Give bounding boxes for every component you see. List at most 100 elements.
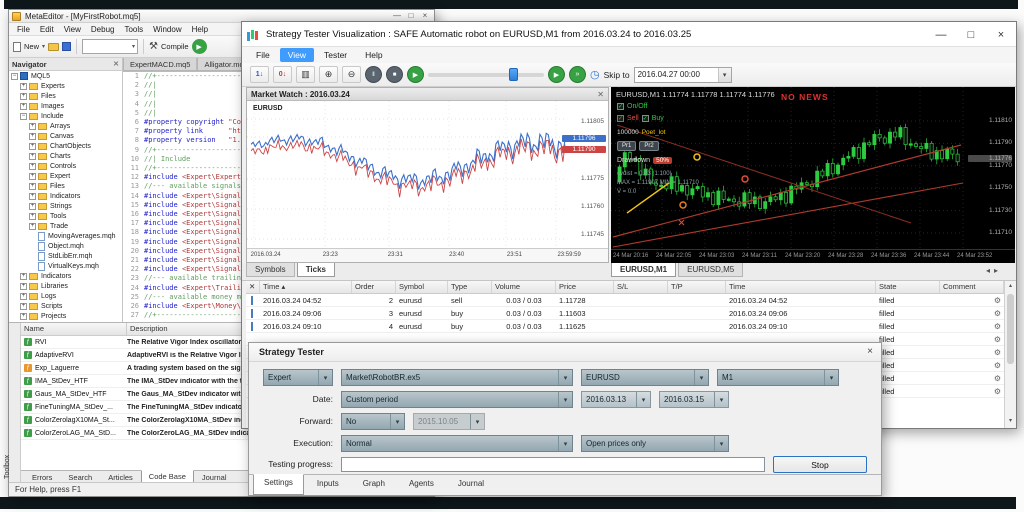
tree-item-trade[interactable]: +Trade xyxy=(9,221,122,231)
step-zero-icon[interactable]: 0↓ xyxy=(273,66,292,83)
expander-icon[interactable]: + xyxy=(29,203,36,210)
expander-icon[interactable]: + xyxy=(20,283,27,290)
gear-icon[interactable]: ⚙ xyxy=(940,335,1004,344)
tree-item-experts[interactable]: +Experts xyxy=(9,81,122,91)
menu-item-help[interactable]: Help xyxy=(187,24,213,35)
expander-icon[interactable]: + xyxy=(29,143,36,150)
toolbox-vertical-tab[interactable]: Toolbox xyxy=(4,455,11,479)
modeling-combo[interactable]: Open prices only▾ xyxy=(581,435,729,452)
market-watch-header[interactable]: Market Watch : 2016.03.24 ✕ xyxy=(247,88,608,101)
menu-item-view[interactable]: View xyxy=(59,24,86,35)
step-one-tick-icon[interactable]: 1↓ xyxy=(250,66,269,83)
column-state[interactable]: State xyxy=(876,281,940,293)
chevron-down-icon[interactable]: ▾ xyxy=(390,414,404,429)
tree-item-strings[interactable]: +Strings xyxy=(9,201,122,211)
tree-item-object-mqh[interactable]: Object.mqh xyxy=(9,241,122,251)
new-button[interactable]: New xyxy=(24,42,39,51)
market-watch-tab-ticks[interactable]: Ticks xyxy=(297,263,335,277)
column-time[interactable]: Time ▴ xyxy=(260,281,352,293)
tree-item-include[interactable]: −Include xyxy=(9,111,122,121)
tree-item-indicators[interactable]: +Indicators xyxy=(9,271,122,281)
menu-item-tester[interactable]: Tester xyxy=(316,48,355,62)
pr2-button[interactable]: Pr2 xyxy=(639,141,658,151)
expander-icon[interactable]: + xyxy=(29,173,36,180)
dialog-tab-journal[interactable]: Journal xyxy=(447,475,495,495)
execution-mode-combo[interactable]: Normal▾ xyxy=(341,435,573,452)
column-price[interactable]: Price xyxy=(556,281,614,293)
period-combo[interactable]: M1▾ xyxy=(717,369,839,386)
date-from-field[interactable]: 2016.03.13▾ xyxy=(581,391,651,408)
expander-icon[interactable]: + xyxy=(29,223,36,230)
table-row[interactable]: 2016.03.24 04:522eurusdsell0.03 / 0.031.… xyxy=(246,294,1004,307)
navigator-close-icon[interactable]: ✕ xyxy=(113,60,119,68)
chevron-down-icon[interactable]: ▾ xyxy=(318,370,332,385)
gear-icon[interactable]: ⚙ xyxy=(940,387,1004,396)
tree-item-movingaverages-mqh[interactable]: MovingAverages.mqh xyxy=(9,231,122,241)
dialog-tab-inputs[interactable]: Inputs xyxy=(306,475,350,495)
column-comment[interactable]: Comment xyxy=(940,281,1004,293)
market-watch-close-icon[interactable]: ✕ xyxy=(597,90,604,99)
tester-viz-titlebar[interactable]: Strategy Tester Visualization : SAFE Aut… xyxy=(242,22,1016,47)
dialog-tab-graph[interactable]: Graph xyxy=(352,475,396,495)
dialog-close-icon[interactable]: × xyxy=(867,346,873,357)
profile-combo[interactable]: ▾ xyxy=(82,39,138,54)
expander-icon[interactable]: + xyxy=(29,133,36,140)
pause-icon[interactable]: ‖ xyxy=(365,66,382,83)
gear-icon[interactable]: ⚙ xyxy=(940,322,1004,331)
play-icon[interactable]: ▶ xyxy=(407,66,424,83)
column-s-l[interactable]: S/L xyxy=(614,281,668,293)
tree-item-libraries[interactable]: +Libraries xyxy=(9,281,122,291)
column-type[interactable]: Type xyxy=(448,281,492,293)
menu-item-help[interactable]: Help xyxy=(357,48,390,62)
column-symbol[interactable]: Symbol xyxy=(396,281,448,293)
maximize-icon[interactable]: □ xyxy=(956,22,986,47)
chevron-down-icon[interactable]: ▾ xyxy=(714,436,728,451)
editor-tab-expertmacd-mq5[interactable]: ExpertMACD.mq5 xyxy=(123,58,197,71)
tree-item-images[interactable]: +Images xyxy=(9,101,122,111)
expander-icon[interactable]: + xyxy=(29,163,36,170)
dialog-tab-settings[interactable]: Settings xyxy=(253,474,304,495)
skip-to-date-combo[interactable]: 2016.04.27 00:00 ▾ xyxy=(634,67,732,83)
column-volume[interactable]: Volume xyxy=(492,281,556,293)
dialog-titlebar[interactable]: Strategy Tester xyxy=(249,343,881,362)
new-file-icon[interactable] xyxy=(13,42,21,52)
debug-play-icon[interactable]: ▶ xyxy=(192,39,207,54)
expert-file-combo[interactable]: Market\RobotBR.ex5▾ xyxy=(341,369,573,386)
tree-item-charts[interactable]: +Charts xyxy=(9,151,122,161)
expander-icon[interactable]: + xyxy=(20,83,27,90)
tree-item-indicators[interactable]: +Indicators xyxy=(9,191,122,201)
orders-scrollbar[interactable]: ▴ ▾ xyxy=(1004,281,1016,428)
chevron-down-icon[interactable]: ▾ xyxy=(558,370,572,385)
main-chart-panel[interactable]: EURUSD,M1 1.11774 1.11778 1.11774 1.1177… xyxy=(611,87,1015,263)
expander-icon[interactable]: + xyxy=(29,183,36,190)
tree-item-files[interactable]: +Files xyxy=(9,181,122,191)
column-name[interactable]: Name xyxy=(21,323,127,335)
tab-scroll-arrows[interactable]: ◂▸ xyxy=(986,266,1002,275)
gear-icon[interactable]: ⚙ xyxy=(940,296,1004,305)
menu-item-edit[interactable]: Edit xyxy=(35,24,59,35)
tree-item-logs[interactable]: +Logs xyxy=(9,291,122,301)
calendar-icon[interactable]: ▾ xyxy=(636,392,650,407)
chart-tab-eurusd-m1[interactable]: EURUSD,M1 xyxy=(611,263,676,277)
market-watch-tab-symbols[interactable]: Symbols xyxy=(246,263,295,277)
fast-forward-icon[interactable]: ▶ xyxy=(548,66,565,83)
expander-icon[interactable]: + xyxy=(29,213,36,220)
tree-item-tools[interactable]: +Tools xyxy=(9,211,122,221)
gear-icon[interactable]: ⚙ xyxy=(940,361,1004,370)
menu-item-debug[interactable]: Debug xyxy=(86,24,120,35)
chevron-down-icon[interactable]: ▾ xyxy=(558,436,572,451)
expander-icon[interactable]: + xyxy=(29,153,36,160)
chart-mode-icon[interactable]: ▥ xyxy=(296,66,315,83)
menu-item-file[interactable]: File xyxy=(248,48,278,62)
compile-button[interactable]: Compile xyxy=(161,42,189,51)
tree-item-scripts[interactable]: +Scripts xyxy=(9,301,122,311)
chevron-down-icon[interactable]: ▾ xyxy=(824,370,838,385)
expander-icon[interactable]: + xyxy=(20,303,27,310)
expander-icon[interactable]: + xyxy=(20,103,27,110)
slider-thumb[interactable] xyxy=(509,68,518,81)
tree-item-chartobjects[interactable]: +ChartObjects xyxy=(9,141,122,151)
expander-icon[interactable]: + xyxy=(20,313,27,320)
column-time-2[interactable]: Time xyxy=(726,281,876,293)
symbol-combo[interactable]: EURUSD▾ xyxy=(581,369,709,386)
chart-tab-eurusd-m5[interactable]: EURUSD,M5 xyxy=(678,263,743,277)
